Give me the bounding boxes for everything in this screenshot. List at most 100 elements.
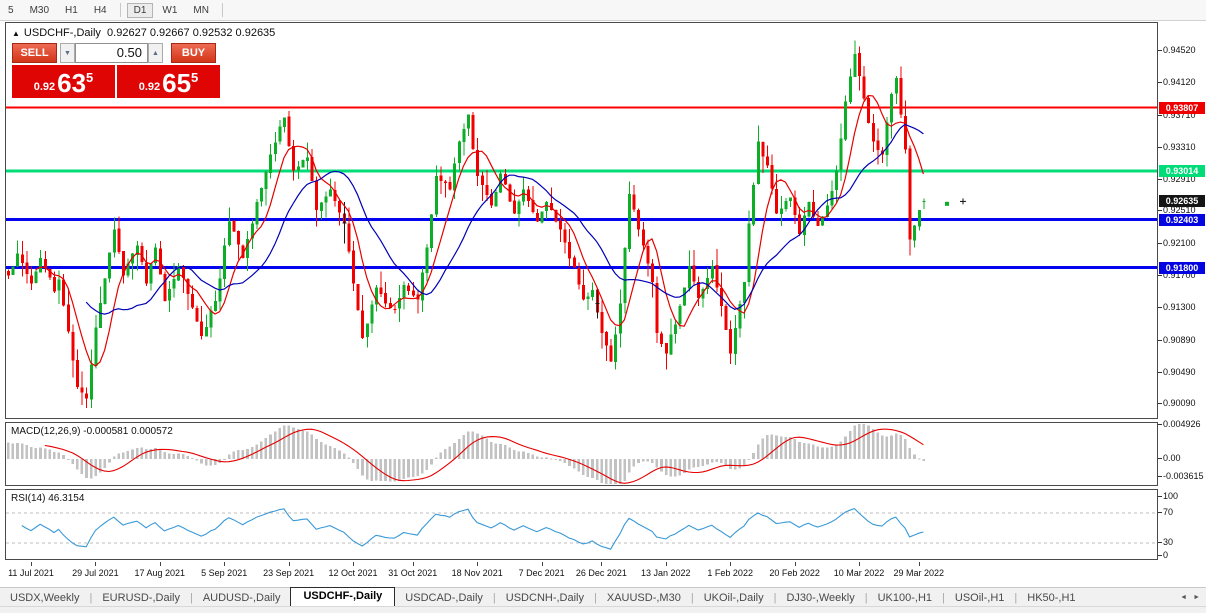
price-axis-label: 0.94120: [1163, 77, 1205, 88]
buy-price-box[interactable]: 0.92 65 5: [117, 65, 220, 98]
rsi-axis-tick: [1158, 496, 1162, 497]
chart-tab-usdchf-daily[interactable]: USDCHF-,Daily: [290, 587, 395, 606]
date-axis-tick: [31, 562, 32, 566]
chart-tab-audusd-daily[interactable]: AUDUSD-,Daily: [193, 590, 291, 606]
timeframe-button-h4[interactable]: H4: [87, 3, 114, 18]
price-axis-tick: [1158, 115, 1162, 116]
price-axis-tick: [1158, 372, 1162, 373]
tab-scroll-right-icon[interactable]: ►: [1193, 594, 1200, 601]
date-axis-label: 11 Jul 2021: [8, 568, 54, 578]
price-axis-label: 0.92100: [1163, 238, 1205, 249]
price-axis-label: 0.94520: [1163, 45, 1205, 56]
resistance-price-badge: 0.93807: [1159, 102, 1205, 114]
object-anchor-mark: [945, 202, 949, 206]
rsi-axis-label: 30: [1163, 537, 1205, 548]
sell-price-prefix: 0.92: [34, 81, 55, 93]
timeframe-button-m30[interactable]: M30: [23, 3, 56, 18]
chart-tab-hk50-h1[interactable]: HK50-,H1: [1017, 590, 1085, 606]
macd-axis-label: -0.003615: [1163, 471, 1205, 482]
price-axis-tick: [1158, 243, 1162, 244]
buy-price-big: 65: [162, 71, 191, 96]
chart-plot-area[interactable]: MACD(12,26,9) -0.000581 0.000572RSI(14) …: [5, 22, 1159, 561]
date-axis-tick: [289, 562, 290, 566]
rsi-axis-label: 70: [1163, 507, 1205, 518]
date-axis-label: 23 Sep 2021: [263, 568, 314, 578]
collapse-icon[interactable]: ▲: [12, 29, 20, 38]
date-axis-label: 17 Aug 2021: [135, 568, 186, 578]
timeframe-button-h1[interactable]: H1: [58, 3, 85, 18]
date-axis-tick: [160, 562, 161, 566]
ohlc-open: 0.92627: [107, 27, 147, 39]
date-axis-label: 7 Dec 2021: [519, 568, 565, 578]
price-axis-label: 0.93310: [1163, 142, 1205, 153]
chart-tab-eurusd-daily[interactable]: EURUSD-,Daily: [92, 590, 190, 606]
current-price-badge: 0.92635: [1159, 195, 1205, 207]
timeframe-button-w1[interactable]: W1: [155, 3, 184, 18]
date-axis-tick: [477, 562, 478, 566]
timeframe-button-5[interactable]: 5: [1, 3, 21, 18]
date-axis-tick: [601, 562, 602, 566]
date-axis-tick: [542, 562, 543, 566]
price-axis-label: 0.90090: [1163, 398, 1205, 409]
date-axis-label: 20 Feb 2022: [769, 568, 820, 578]
chart-tab-usdcnh-daily[interactable]: USDCNH-,Daily: [496, 590, 594, 606]
chart-tab-usoil-h1[interactable]: USOil-,H1: [945, 590, 1015, 606]
ohlc-close: 0.92635: [236, 27, 276, 39]
price-axis-label: 0.90890: [1163, 335, 1205, 346]
support-blue2-price-badge: 0.91800: [1159, 262, 1205, 274]
timeframe-button-mn[interactable]: MN: [186, 3, 216, 18]
price-axis-tick: [1158, 179, 1162, 180]
chart-tab-xauusd-m30[interactable]: XAUUSD-,M30: [597, 590, 691, 606]
price-axis-tick: [1158, 210, 1162, 211]
ohlc-high: 0.92667: [150, 27, 190, 39]
macd-axis-tick: [1158, 476, 1162, 477]
macd-axis-tick: [1158, 424, 1162, 425]
ohlc-low: 0.92532: [193, 27, 233, 39]
rsi-axis-label: 0: [1163, 550, 1205, 561]
sell-price-big: 63: [57, 71, 86, 96]
date-axis-label: 29 Mar 2022: [894, 568, 945, 578]
price-axis-tick: [1158, 307, 1162, 308]
date-axis-label: 5 Sep 2021: [201, 568, 247, 578]
rsi-axis-label: 100: [1163, 491, 1205, 502]
volume-input[interactable]: 0.50: [75, 43, 148, 63]
rsi-axis-tick: [1158, 542, 1162, 543]
date-axis-tick: [224, 562, 225, 566]
sell-price-box[interactable]: 0.92 63 5: [12, 65, 115, 98]
date-axis-label: 26 Dec 2021: [576, 568, 627, 578]
date-axis-tick: [730, 562, 731, 566]
buy-price-prefix: 0.92: [139, 81, 160, 93]
macd-axis-label: 0.00: [1163, 453, 1205, 464]
buy-button[interactable]: BUY: [171, 43, 216, 63]
volume-increase-button[interactable]: ▲: [148, 43, 163, 63]
date-axis-label: 13 Jan 2022: [641, 568, 691, 578]
date-axis-label: 18 Nov 2021: [452, 568, 503, 578]
chart-tab-uk100-h1[interactable]: UK100-,H1: [868, 590, 942, 606]
macd-axis-label: 0.004926: [1163, 419, 1205, 430]
rsi-axis-tick: [1158, 512, 1162, 513]
date-axis-label: 10 Mar 2022: [834, 568, 885, 578]
volume-decrease-button[interactable]: ▼: [60, 43, 75, 63]
date-axis-tick: [413, 562, 414, 566]
rsi-axis-tick: [1158, 555, 1162, 556]
support-green-price-badge: 0.93014: [1159, 165, 1205, 177]
chart-header: ▲ USDCHF-,Daily 0.92627 0.92667 0.92532 0…: [12, 27, 275, 39]
tab-scroll-left-icon[interactable]: ◄: [1180, 594, 1187, 601]
rsi-title: RSI(14) 46.3154: [11, 493, 85, 504]
timeframe-button-d1[interactable]: D1: [127, 3, 154, 18]
trading-terminal-window: 5M30H1H4D1W1MN MACD(12,26,9) -0.000581 0…: [0, 0, 1206, 613]
date-axis-tick: [95, 562, 96, 566]
chart-tab-usdcad-daily[interactable]: USDCAD-,Daily: [395, 590, 493, 606]
chevron-up-icon: ▲: [152, 50, 159, 57]
one-click-trade-panel: SELL ▼ 0.50 ▲ BUY 0.92 63 5 0.92 65 5: [12, 43, 222, 98]
price-axis-label: 0.91300: [1163, 302, 1205, 313]
chart-tab-dj30-weekly[interactable]: DJ30-,Weekly: [776, 590, 864, 606]
price-axis-tick: [1158, 403, 1162, 404]
sell-price-pip: 5: [86, 70, 93, 85]
sell-button[interactable]: SELL: [12, 43, 57, 63]
chart-tab-ukoil-daily[interactable]: UKOil-,Daily: [694, 590, 774, 606]
price-axis-tick: [1158, 82, 1162, 83]
price-axis-tick: [1158, 50, 1162, 51]
chart-symbol-label: USDCHF-,Daily: [24, 27, 101, 39]
chart-tab-usdx-weekly[interactable]: USDX,Weekly: [0, 590, 89, 606]
